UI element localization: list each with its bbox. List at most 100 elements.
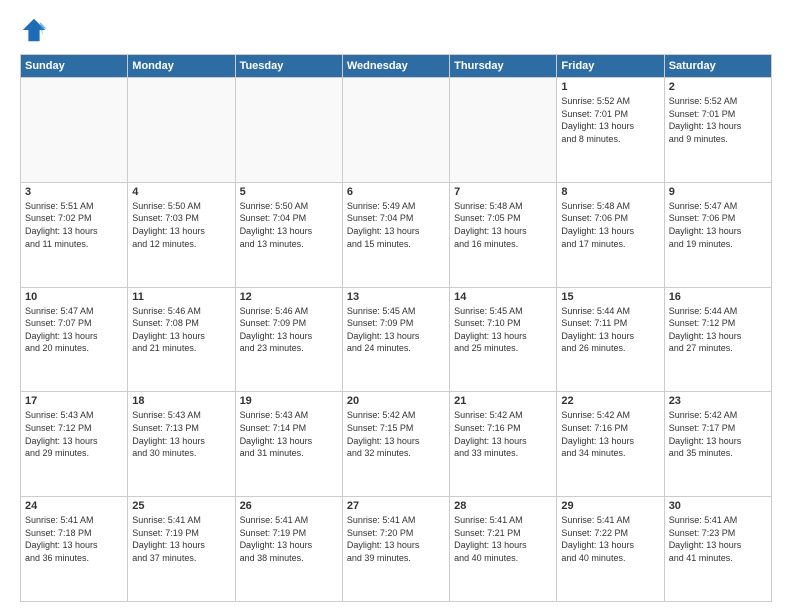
calendar-week-5: 24 Sunrise: 5:41 AM Sunset: 7:18 PM Dayli… (21, 497, 772, 602)
day-info: Sunrise: 5:44 AM Sunset: 7:11 PM Dayligh… (561, 305, 659, 355)
calendar-cell: 24 Sunrise: 5:41 AM Sunset: 7:18 PM Dayli… (21, 497, 128, 602)
day-number: 27 (347, 500, 445, 512)
day-number: 24 (25, 500, 123, 512)
calendar-cell: 20 Sunrise: 5:42 AM Sunset: 7:15 PM Dayli… (342, 392, 449, 497)
weekday-sunday: Sunday (21, 55, 128, 78)
calendar-cell: 9Sunrise: 5:47 AM Sunset: 7:06 PM Daylig… (664, 182, 771, 287)
day-number: 9 (669, 186, 767, 198)
calendar-table: SundayMondayTuesdayWednesdayThursdayFrid… (20, 54, 772, 602)
day-info: Sunrise: 5:43 AM Sunset: 7:14 PM Dayligh… (240, 409, 338, 459)
day-info: Sunrise: 5:52 AM Sunset: 7:01 PM Dayligh… (561, 95, 659, 145)
calendar-week-4: 17 Sunrise: 5:43 AM Sunset: 7:12 PM Dayli… (21, 392, 772, 497)
day-info: Sunrise: 5:46 AM Sunset: 7:09 PM Dayligh… (240, 305, 338, 355)
day-info: Sunrise: 5:42 AM Sunset: 7:15 PM Dayligh… (347, 409, 445, 459)
day-number: 11 (132, 291, 230, 303)
calendar-cell: 6 Sunrise: 5:49 AM Sunset: 7:04 PM Daylig… (342, 182, 449, 287)
day-number: 1 (561, 81, 659, 93)
day-number: 6 (347, 186, 445, 198)
calendar-cell: 12 Sunrise: 5:46 AM Sunset: 7:09 PM Dayli… (235, 287, 342, 392)
day-info: Sunrise: 5:43 AM Sunset: 7:12 PM Dayligh… (25, 409, 123, 459)
day-info: Sunrise: 5:41 AM Sunset: 7:19 PM Dayligh… (240, 514, 338, 564)
calendar-week-3: 10 Sunrise: 5:47 AM Sunset: 7:07 PM Dayli… (21, 287, 772, 392)
page: SundayMondayTuesdayWednesdayThursdayFrid… (0, 0, 792, 612)
day-number: 13 (347, 291, 445, 303)
calendar-cell: 5 Sunrise: 5:50 AM Sunset: 7:04 PM Daylig… (235, 182, 342, 287)
header (20, 16, 772, 44)
day-info: Sunrise: 5:42 AM Sunset: 7:16 PM Dayligh… (454, 409, 552, 459)
day-info: Sunrise: 5:45 AM Sunset: 7:09 PM Dayligh… (347, 305, 445, 355)
calendar-cell: 27 Sunrise: 5:41 AM Sunset: 7:20 PM Dayli… (342, 497, 449, 602)
day-number: 8 (561, 186, 659, 198)
day-info: Sunrise: 5:41 AM Sunset: 7:19 PM Dayligh… (132, 514, 230, 564)
day-number: 29 (561, 500, 659, 512)
calendar-cell: 19 Sunrise: 5:43 AM Sunset: 7:14 PM Dayli… (235, 392, 342, 497)
day-number: 26 (240, 500, 338, 512)
weekday-saturday: Saturday (664, 55, 771, 78)
calendar-cell: 7 Sunrise: 5:48 AM Sunset: 7:05 PM Daylig… (450, 182, 557, 287)
day-info: Sunrise: 5:41 AM Sunset: 7:21 PM Dayligh… (454, 514, 552, 564)
day-info: Sunrise: 5:42 AM Sunset: 7:16 PM Dayligh… (561, 409, 659, 459)
day-info: Sunrise: 5:50 AM Sunset: 7:03 PM Dayligh… (132, 200, 230, 250)
calendar-cell (235, 78, 342, 183)
calendar-cell: 22 Sunrise: 5:42 AM Sunset: 7:16 PM Dayli… (557, 392, 664, 497)
calendar-cell: 16Sunrise: 5:44 AM Sunset: 7:12 PM Dayli… (664, 287, 771, 392)
calendar-week-2: 3 Sunrise: 5:51 AM Sunset: 7:02 PM Daylig… (21, 182, 772, 287)
calendar-cell: 26 Sunrise: 5:41 AM Sunset: 7:19 PM Dayli… (235, 497, 342, 602)
day-number: 20 (347, 395, 445, 407)
day-info: Sunrise: 5:47 AM Sunset: 7:07 PM Dayligh… (25, 305, 123, 355)
calendar-cell: 2 Sunrise: 5:52 AM Sunset: 7:01 PM Daylig… (664, 78, 771, 183)
day-info: Sunrise: 5:48 AM Sunset: 7:05 PM Dayligh… (454, 200, 552, 250)
calendar-cell (450, 78, 557, 183)
day-info: Sunrise: 5:42 AM Sunset: 7:17 PM Dayligh… (669, 409, 767, 459)
calendar-cell: 11 Sunrise: 5:46 AM Sunset: 7:08 PM Dayli… (128, 287, 235, 392)
day-number: 12 (240, 291, 338, 303)
day-number: 5 (240, 186, 338, 198)
weekday-header-row: SundayMondayTuesdayWednesdayThursdayFrid… (21, 55, 772, 78)
day-info: Sunrise: 5:41 AM Sunset: 7:20 PM Dayligh… (347, 514, 445, 564)
day-number: 7 (454, 186, 552, 198)
weekday-tuesday: Tuesday (235, 55, 342, 78)
day-number: 2 (669, 81, 767, 93)
day-info: Sunrise: 5:41 AM Sunset: 7:23 PM Dayligh… (669, 514, 767, 564)
day-info: Sunrise: 5:52 AM Sunset: 7:01 PM Dayligh… (669, 95, 767, 145)
day-number: 19 (240, 395, 338, 407)
calendar-cell: 21 Sunrise: 5:42 AM Sunset: 7:16 PM Dayli… (450, 392, 557, 497)
day-number: 22 (561, 395, 659, 407)
calendar-week-1: 1 Sunrise: 5:52 AM Sunset: 7:01 PM Daylig… (21, 78, 772, 183)
calendar-cell: 18 Sunrise: 5:43 AM Sunset: 7:13 PM Dayli… (128, 392, 235, 497)
day-number: 10 (25, 291, 123, 303)
day-info: Sunrise: 5:50 AM Sunset: 7:04 PM Dayligh… (240, 200, 338, 250)
day-number: 4 (132, 186, 230, 198)
calendar-cell: 28Sunrise: 5:41 AM Sunset: 7:21 PM Dayli… (450, 497, 557, 602)
day-number: 21 (454, 395, 552, 407)
calendar-cell: 30 Sunrise: 5:41 AM Sunset: 7:23 PM Dayli… (664, 497, 771, 602)
calendar-cell: 25Sunrise: 5:41 AM Sunset: 7:19 PM Dayli… (128, 497, 235, 602)
calendar-cell: 4 Sunrise: 5:50 AM Sunset: 7:03 PM Daylig… (128, 182, 235, 287)
calendar-cell (342, 78, 449, 183)
day-number: 17 (25, 395, 123, 407)
day-info: Sunrise: 5:41 AM Sunset: 7:22 PM Dayligh… (561, 514, 659, 564)
weekday-thursday: Thursday (450, 55, 557, 78)
weekday-wednesday: Wednesday (342, 55, 449, 78)
calendar-cell (21, 78, 128, 183)
logo (20, 16, 52, 44)
day-info: Sunrise: 5:48 AM Sunset: 7:06 PM Dayligh… (561, 200, 659, 250)
day-number: 3 (25, 186, 123, 198)
day-number: 23 (669, 395, 767, 407)
calendar-cell: 17 Sunrise: 5:43 AM Sunset: 7:12 PM Dayli… (21, 392, 128, 497)
calendar-cell: 23 Sunrise: 5:42 AM Sunset: 7:17 PM Dayli… (664, 392, 771, 497)
day-info: Sunrise: 5:44 AM Sunset: 7:12 PM Dayligh… (669, 305, 767, 355)
weekday-friday: Friday (557, 55, 664, 78)
calendar-cell: 10 Sunrise: 5:47 AM Sunset: 7:07 PM Dayli… (21, 287, 128, 392)
calendar-cell: 29 Sunrise: 5:41 AM Sunset: 7:22 PM Dayli… (557, 497, 664, 602)
calendar-cell: 13 Sunrise: 5:45 AM Sunset: 7:09 PM Dayli… (342, 287, 449, 392)
day-number: 30 (669, 500, 767, 512)
day-info: Sunrise: 5:49 AM Sunset: 7:04 PM Dayligh… (347, 200, 445, 250)
day-number: 18 (132, 395, 230, 407)
day-info: Sunrise: 5:43 AM Sunset: 7:13 PM Dayligh… (132, 409, 230, 459)
day-info: Sunrise: 5:46 AM Sunset: 7:08 PM Dayligh… (132, 305, 230, 355)
calendar-cell: 1 Sunrise: 5:52 AM Sunset: 7:01 PM Daylig… (557, 78, 664, 183)
day-info: Sunrise: 5:41 AM Sunset: 7:18 PM Dayligh… (25, 514, 123, 564)
calendar-cell: 3 Sunrise: 5:51 AM Sunset: 7:02 PM Daylig… (21, 182, 128, 287)
day-info: Sunrise: 5:51 AM Sunset: 7:02 PM Dayligh… (25, 200, 123, 250)
